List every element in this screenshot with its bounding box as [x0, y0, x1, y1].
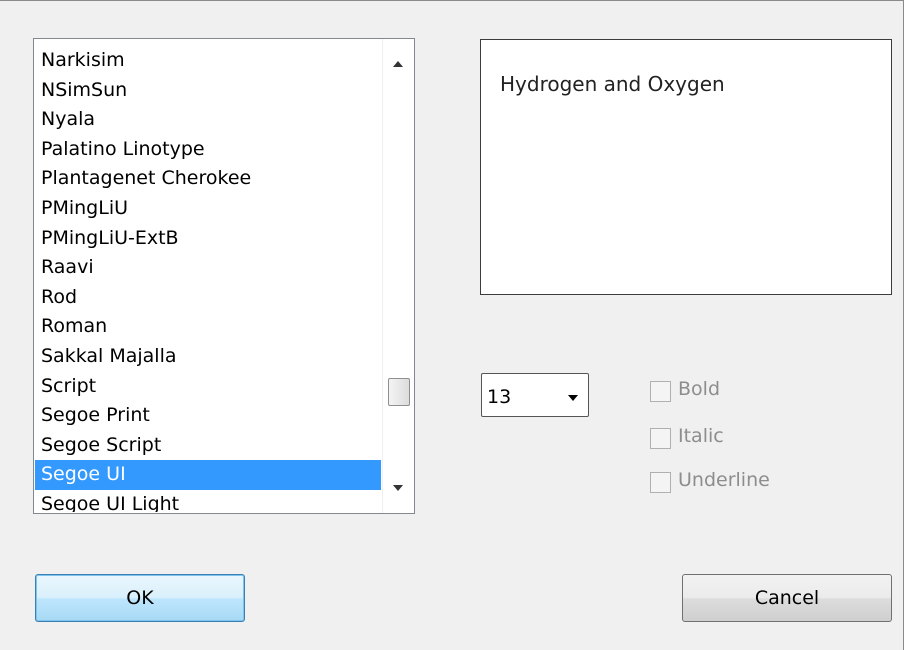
list-item[interactable]: Narkisim: [35, 46, 381, 76]
bold-label: Bold: [678, 378, 720, 400]
scroll-down-arrow-icon[interactable]: [393, 485, 403, 491]
list-item[interactable]: Sakkal Majalla: [35, 342, 381, 372]
list-item[interactable]: Raavi: [35, 253, 381, 283]
underline-label: Underline: [678, 469, 770, 491]
scroll-up-arrow-icon[interactable]: [393, 61, 403, 67]
list-item[interactable]: PMingLiU-ExtB: [35, 224, 381, 254]
scroll-thumb[interactable]: [388, 378, 410, 406]
list-item-selected[interactable]: Segoe UI: [35, 460, 381, 490]
list-item[interactable]: Rod: [35, 283, 381, 313]
list-item[interactable]: Plantagenet Cherokee: [35, 164, 381, 194]
list-item[interactable]: NSimSun: [35, 76, 381, 106]
font-size-dropdown[interactable]: 13: [481, 373, 589, 417]
list-item[interactable]: Segoe Print: [35, 401, 381, 431]
italic-label: Italic: [678, 425, 724, 447]
list-item[interactable]: PMingLiU: [35, 194, 381, 224]
underline-checkbox[interactable]: [650, 472, 671, 493]
list-item[interactable]: Script: [35, 372, 381, 402]
list-item[interactable]: Nyala: [35, 105, 381, 135]
list-item[interactable]: Segoe Script: [35, 431, 381, 461]
cancel-button[interactable]: Cancel: [682, 574, 892, 622]
italic-checkbox[interactable]: [650, 428, 671, 449]
list-item[interactable]: Roman: [35, 312, 381, 342]
list-item[interactable]: Segoe UI Light: [35, 490, 381, 512]
font-preview-box: Hydrogen and Oxygen: [480, 39, 892, 295]
font-list[interactable]: Narkisim NSimSun Nyala Palatino Linotype…: [33, 38, 415, 514]
bold-checkbox[interactable]: [650, 381, 671, 402]
font-list-items: Narkisim NSimSun Nyala Palatino Linotype…: [35, 46, 381, 512]
font-dialog: Narkisim NSimSun Nyala Palatino Linotype…: [0, 0, 904, 650]
list-item[interactable]: Palatino Linotype: [35, 135, 381, 165]
list-scrollbar[interactable]: [382, 39, 414, 513]
ok-button[interactable]: OK: [35, 574, 245, 622]
font-size-value: 13: [487, 386, 512, 408]
chevron-down-icon: [568, 395, 578, 401]
preview-text: Hydrogen and Oxygen: [500, 72, 725, 96]
